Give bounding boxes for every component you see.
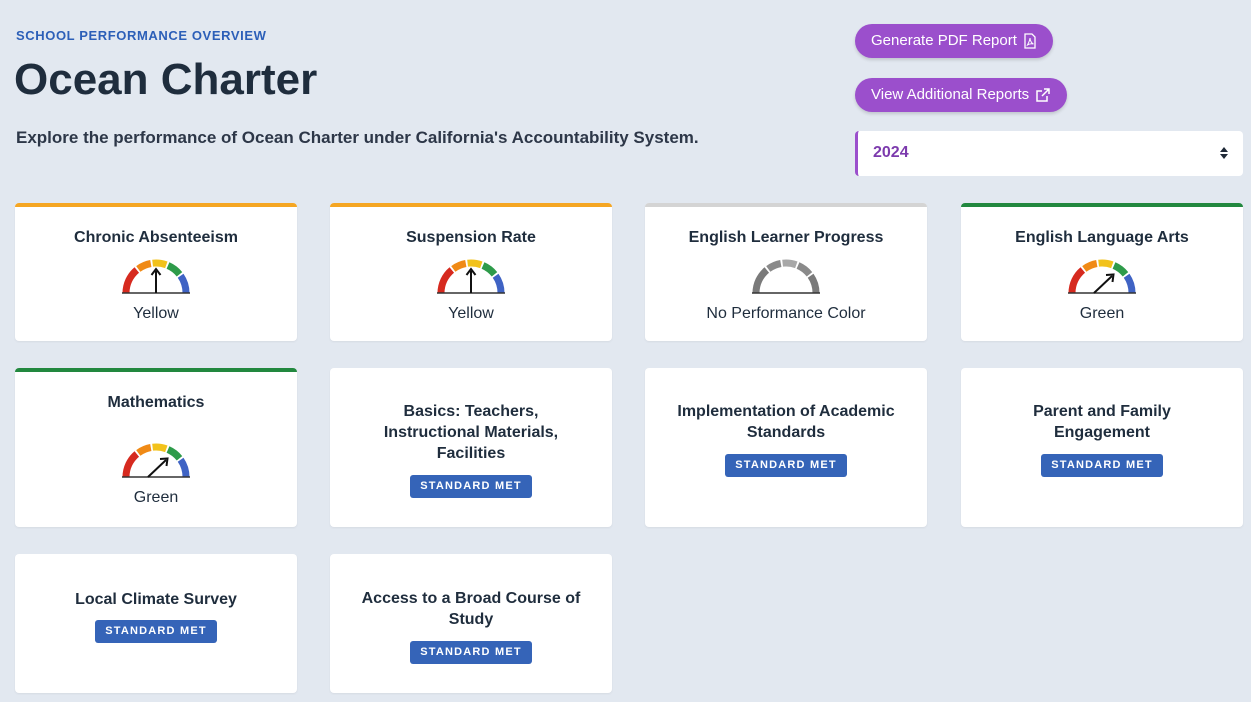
card-status-bar [330,203,612,207]
card-status-bar [15,368,297,372]
external-link-icon [1036,88,1050,102]
english-language-arts-card[interactable]: English Language Arts Green [961,203,1243,341]
view-additional-reports-label: View Additional Reports [871,86,1030,103]
year-select[interactable]: 2024 [855,131,1243,176]
card-title: Local Climate Survey [75,591,237,608]
card-title: Mathematics [107,394,205,411]
card-title: Chronic Absenteeism [74,229,238,246]
standard-met-badge: STANDARD MET [410,641,532,664]
no-color-gauge-icon [752,259,820,294]
generate-pdf-report-button[interactable]: Generate PDF Report [855,24,1053,58]
performance-gauge-icon [1068,259,1136,294]
page-intro: Explore the performance of Ocean Charter… [16,128,699,147]
standard-met-badge: STANDARD MET [95,620,217,643]
card-status-bar [961,203,1243,207]
standard-met-badge: STANDARD MET [1041,454,1163,477]
card-title: Parent and Family Engagement [1033,403,1171,441]
page-eyebrow: SCHOOL PERFORMANCE OVERVIEW [16,28,267,43]
performance-color-label: No Performance Color [706,305,866,322]
card-title: Suspension Rate [406,229,536,246]
performance-gauge-icon [437,259,505,294]
english-learner-progress-card[interactable]: English Learner Progress No Performance … [645,203,927,341]
sort-arrows-icon [1220,147,1228,159]
performance-color-label: Yellow [448,305,494,322]
mathematics-card[interactable]: Mathematics Green [15,368,297,527]
card-status-bar [645,203,927,207]
page-title: Ocean Charter [14,55,318,104]
card-title: English Learner Progress [688,229,884,246]
basics-card[interactable]: Basics: Teachers, Instructional Material… [330,368,612,527]
performance-gauge-icon [122,443,190,478]
pdf-file-icon [1024,33,1036,49]
chronic-absenteeism-card[interactable]: Chronic Absenteeism Yellow [15,203,297,341]
parent-and-family-engagement-card[interactable]: Parent and Family Engagement STANDARD ME… [961,368,1243,527]
card-title: Implementation of Academic Standards [677,403,895,441]
generate-pdf-report-label: Generate PDF Report [871,32,1017,49]
card-title: Basics: Teachers, Instructional Material… [383,403,559,462]
performance-color-label: Green [1079,305,1125,322]
performance-gauge-icon [122,259,190,294]
standard-met-badge: STANDARD MET [410,475,532,498]
card-title: English Language Arts [1015,229,1189,246]
view-additional-reports-button[interactable]: View Additional Reports [855,78,1068,112]
card-title: Access to a Broad Course of Study [361,590,581,628]
performance-color-label: Green [133,489,179,506]
implementation-of-academic-standards-card[interactable]: Implementation of Academic Standards STA… [645,368,927,527]
local-climate-survey-card[interactable]: Local Climate Survey STANDARD MET [15,554,297,693]
access-to-broad-course-card[interactable]: Access to a Broad Course of Study STANDA… [330,554,612,693]
standard-met-badge: STANDARD MET [725,454,847,477]
performance-color-label: Yellow [133,305,179,322]
card-status-bar [15,203,297,207]
year-select-value: 2024 [873,144,909,161]
suspension-rate-card[interactable]: Suspension Rate Yellow [330,203,612,341]
